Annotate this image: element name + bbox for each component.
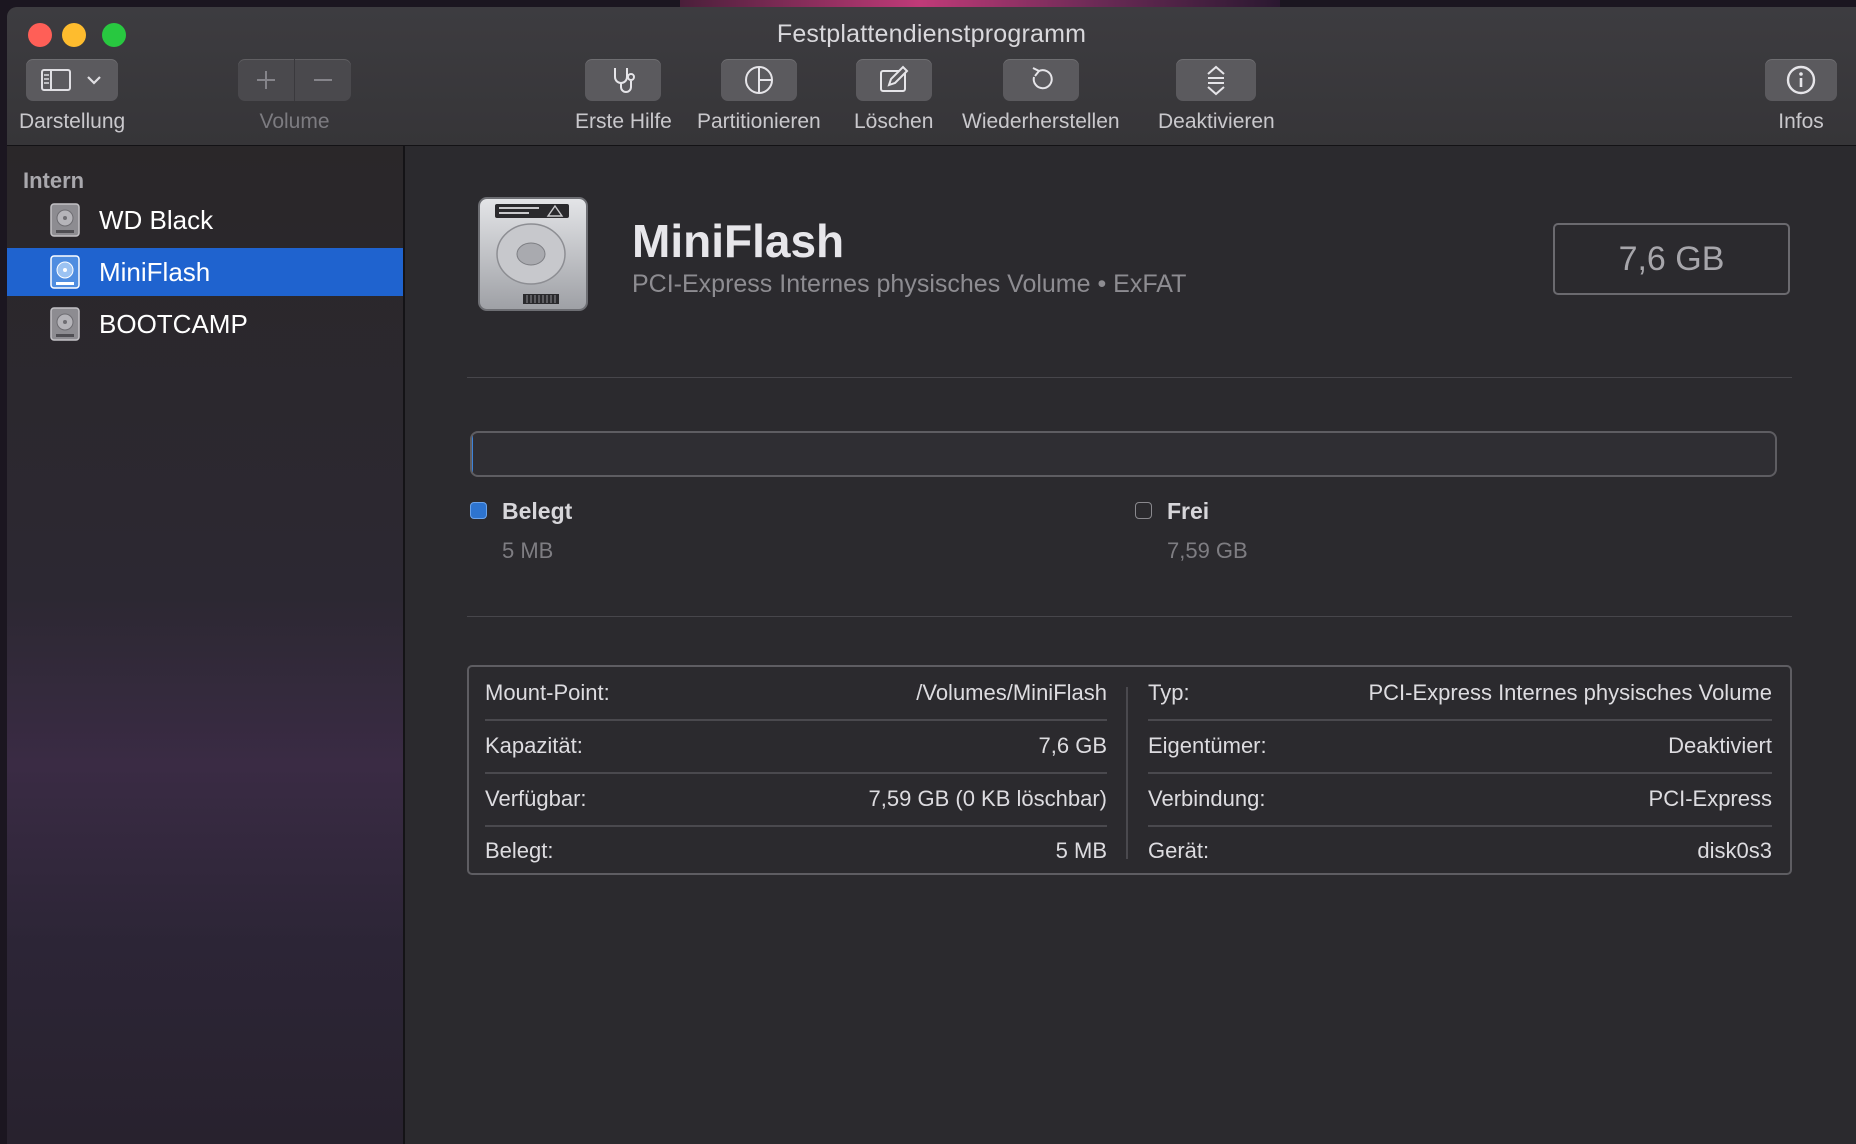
- partition-label: Partitionieren: [697, 110, 821, 133]
- free-color-swatch: [1135, 502, 1152, 519]
- add-volume-button[interactable]: [238, 59, 295, 101]
- legend-free-label: Frei: [1167, 498, 1210, 524]
- view-control: Darstellung: [19, 59, 125, 134]
- legend-used-label: Belegt: [502, 498, 573, 524]
- legend-free-value: 7,59 GB: [1167, 538, 1248, 563]
- remove-volume-button[interactable]: [295, 59, 351, 101]
- pie-chart-icon: [744, 66, 773, 94]
- info-button[interactable]: [1765, 59, 1837, 101]
- unmount-control: Deaktivieren: [1158, 59, 1275, 134]
- sidebar-section-internal: Intern: [23, 168, 85, 193]
- view-button[interactable]: [26, 59, 119, 101]
- info-key: Eigentümer:: [1148, 733, 1267, 758]
- info-key: Verbindung:: [1148, 786, 1266, 811]
- restore-control: Wiederherstellen: [962, 59, 1120, 134]
- erase-button[interactable]: [855, 59, 932, 101]
- volume-control: Volume: [238, 59, 351, 134]
- toolbar: Festplattendienstprogramm Darstellung Vo…: [7, 7, 1856, 146]
- unmount-label: Deaktivieren: [1158, 110, 1275, 133]
- info-row-capacity: Kapazität: 7,6 GB: [485, 720, 1107, 774]
- info-value: 7,6 GB: [1038, 733, 1107, 758]
- info-icon: [1786, 65, 1816, 95]
- erase-pencil-icon: [879, 65, 909, 92]
- minus-icon: [314, 79, 332, 81]
- restore-label: Wiederherstellen: [962, 110, 1120, 133]
- stethoscope-icon: [614, 68, 636, 93]
- info-value: PCI-Express: [1648, 786, 1772, 811]
- info-key: Typ:: [1148, 680, 1190, 705]
- first-aid-control: Erste Hilfe: [575, 59, 672, 134]
- sidebar-item-miniflash[interactable]: MiniFlash: [7, 248, 403, 296]
- info-control: Infos: [1765, 59, 1837, 134]
- view-label: Darstellung: [19, 110, 126, 133]
- info-value: /Volumes/MiniFlash: [916, 680, 1107, 705]
- info-row-connection: Verbindung: PCI-Express: [1148, 773, 1772, 827]
- first-aid-label: Erste Hilfe: [575, 110, 672, 133]
- sidebar-item-label: WD Black: [99, 204, 214, 235]
- first-aid-button[interactable]: [585, 59, 662, 101]
- restore-arrow-icon: [1032, 67, 1053, 90]
- info-value: Deaktiviert: [1668, 733, 1772, 758]
- info-row-owner: Eigentümer: Deaktiviert: [1148, 720, 1772, 774]
- unmount-icon: [1207, 65, 1226, 96]
- info-value: disk0s3: [1697, 838, 1772, 863]
- unmount-button[interactable]: [1176, 59, 1257, 101]
- volume-label: Volume: [259, 110, 330, 133]
- sidebar-item-bootcamp[interactable]: BOOTCAMP: [7, 300, 403, 348]
- sidebar-item-label: MiniFlash: [99, 256, 211, 287]
- volume-size-badge: 7,6 GB: [1553, 223, 1790, 295]
- info-row-available: Verfügbar: 7,59 GB (0 KB löschbar): [485, 773, 1107, 827]
- used-color-swatch: [470, 502, 487, 519]
- plus-icon: [257, 71, 275, 89]
- chevron-down-icon: [87, 76, 101, 85]
- usage-bar: [470, 431, 1777, 477]
- sidebar: Intern WD Black MiniFlash BOOTCAMP: [7, 146, 405, 1144]
- volume-description: PCI-Express Internes physisches Volume •…: [632, 270, 1187, 298]
- volume-detail-pane: MiniFlash PCI-Express Internes physische…: [405, 146, 1856, 1144]
- restore-button[interactable]: [1002, 59, 1079, 101]
- volume-name: MiniFlash: [632, 215, 845, 267]
- hard-drive-icon: [50, 307, 80, 341]
- info-key: Kapazität:: [485, 733, 583, 758]
- erase-control: Löschen: [854, 59, 933, 134]
- info-row-type: Typ: PCI-Express Internes physisches Vol…: [1148, 667, 1772, 721]
- info-key: Verfügbar:: [485, 786, 587, 811]
- hard-drive-icon: [478, 197, 588, 311]
- partition-button[interactable]: [720, 59, 797, 101]
- info-label: Infos: [1778, 110, 1824, 133]
- usage-bar-used-fill: [472, 433, 473, 475]
- info-key: Mount-Point:: [485, 680, 610, 705]
- info-row-device: Gerät: disk0s3: [1148, 825, 1772, 877]
- info-key: Belegt:: [485, 838, 554, 863]
- info-value: 7,59 GB (0 KB löschbar): [868, 786, 1107, 811]
- disk-utility-window: Festplattendienstprogramm Darstellung Vo…: [7, 7, 1856, 1144]
- info-row-mount-point: Mount-Point: /Volumes/MiniFlash: [485, 667, 1107, 721]
- info-value: PCI-Express Internes physisches Volume: [1368, 680, 1772, 705]
- sidebar-item-wd-black[interactable]: WD Black: [7, 196, 403, 244]
- hard-drive-icon: [50, 203, 80, 237]
- sidebar-item-label: BOOTCAMP: [99, 308, 248, 339]
- info-row-used: Belegt: 5 MB: [485, 825, 1107, 877]
- info-key: Gerät:: [1148, 838, 1210, 863]
- divider: [467, 616, 1792, 617]
- legend-used-value: 5 MB: [502, 538, 554, 563]
- erase-label: Löschen: [854, 110, 934, 133]
- volume-info-table: Mount-Point: /Volumes/MiniFlash Kapazitä…: [467, 665, 1792, 875]
- partition-control: Partitionieren: [697, 59, 821, 134]
- window-title: Festplattendienstprogramm: [776, 20, 1087, 48]
- column-divider: [1126, 687, 1128, 859]
- info-value: 5 MB: [1055, 838, 1107, 863]
- hard-drive-icon: [50, 255, 80, 289]
- sidebar-icon: [41, 69, 72, 91]
- divider: [467, 377, 1792, 378]
